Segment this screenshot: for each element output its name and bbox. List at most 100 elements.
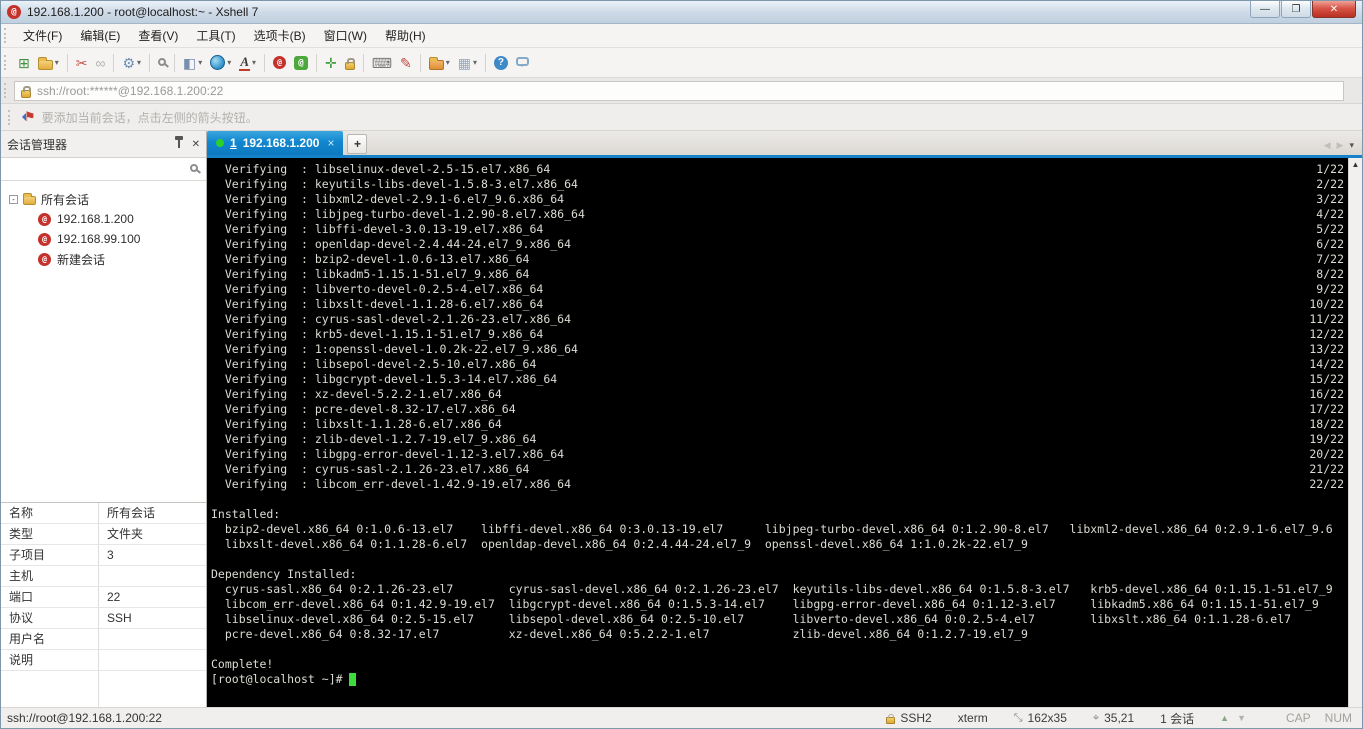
menu-item[interactable]: 选项卡(B)	[245, 24, 315, 47]
property-value	[99, 629, 206, 649]
status-indicators: CAP NUM	[1272, 711, 1352, 725]
feedback-icon	[515, 57, 529, 67]
dropdown-arrow-icon[interactable]: ▾	[137, 58, 141, 67]
feedback-icon[interactable]	[512, 51, 533, 75]
restore-button[interactable]: ❐	[1281, 1, 1311, 18]
find-icon[interactable]	[154, 51, 170, 75]
status-protocol[interactable]: SSH2	[886, 711, 932, 725]
dropdown-arrow-icon[interactable]: ▾	[446, 58, 450, 67]
terminal-text: Verifying : libxslt-1.1.28-6.el7.x86_64	[211, 417, 502, 431]
status-label: 162x35	[1027, 711, 1067, 725]
highlight-pen-icon[interactable]: ✎	[396, 51, 416, 75]
terminal[interactable]: Verifying : libselinux-devel-2.5-15.el7.…	[207, 158, 1362, 707]
menu-item[interactable]: 工具(T)	[187, 24, 244, 47]
web-browser-icon	[210, 55, 226, 70]
new-tab-button[interactable]: +	[347, 134, 368, 154]
dropdown-arrow-icon[interactable]: ▾	[473, 58, 477, 67]
verify-count: 1/22	[1316, 162, 1344, 176]
dropdown-arrow-icon[interactable]: ▾	[227, 58, 231, 67]
expander-icon[interactable]: -	[9, 194, 18, 204]
toolbar-grip	[4, 83, 9, 98]
session-tree-item[interactable]: @192.168.1.200	[1, 209, 206, 229]
panel-close-icon[interactable]: ✕	[192, 139, 200, 150]
terminal-line: Verifying : libxml2-devel-2.9.1-6.el7_9.…	[211, 192, 1344, 207]
new-session-icon[interactable]: ⊞	[14, 51, 34, 75]
disconnect-icon[interactable]: ✂	[72, 51, 92, 75]
address-input[interactable]: ssh://root:******@192.168.1.200:22	[14, 80, 1344, 101]
minimize-button[interactable]: —	[1250, 1, 1280, 18]
address-url: ssh://root:******@192.168.1.200:22	[37, 83, 224, 98]
terminal-line: Dependency Installed:	[211, 567, 1344, 582]
file-transfer-icon[interactable]: ▾	[425, 51, 454, 75]
property-value: 文件夹	[107, 527, 144, 541]
lock-icon	[21, 85, 31, 98]
status-cursor-position[interactable]: ⌖ 35,21	[1093, 711, 1134, 725]
xshell-icon[interactable]: @	[269, 51, 290, 75]
toolbar-separator	[66, 53, 68, 72]
verify-count: 6/22	[1316, 237, 1344, 251]
session-search-input[interactable]	[9, 162, 190, 176]
virtual-keyboard-icon[interactable]: ⌨	[368, 51, 396, 75]
dropdown-arrow-icon[interactable]: ▾	[252, 58, 256, 67]
menu-item[interactable]: 文件(F)	[14, 24, 71, 47]
panel-tools: ✕	[174, 136, 200, 150]
session-down-icon[interactable]: ▼	[1237, 713, 1246, 723]
indicator-num: NUM	[1324, 711, 1352, 725]
tab-list-dropdown-icon[interactable]: ▾	[1349, 140, 1354, 151]
session-properties-icon: ⚙	[122, 54, 136, 71]
menu-item[interactable]: 窗口(W)	[315, 24, 376, 47]
verify-count: 8/22	[1316, 267, 1344, 281]
terminal-line: Complete!	[211, 657, 1344, 672]
dropdown-arrow-icon[interactable]: ▾	[55, 58, 59, 67]
help-icon[interactable]: ?	[490, 51, 512, 75]
property-label: 类型	[1, 524, 99, 544]
status-session-count[interactable]: 1 会话	[1160, 710, 1194, 727]
property-value	[99, 566, 206, 586]
session-tree-item[interactable]: @ 新建会话	[1, 249, 206, 269]
status-terminal-type[interactable]: xterm	[958, 711, 988, 725]
notice-text: 要添加当前会话，点击左侧的箭头按钮。	[41, 110, 258, 125]
property-label: 协议	[1, 608, 99, 628]
tab-scroll-left-icon[interactable]: ◀	[1324, 140, 1331, 151]
color-scheme-icon[interactable]: ◧ ▾	[179, 51, 206, 75]
terminal-text: Dependency Installed:	[211, 567, 357, 581]
scroll-up-icon[interactable]: ▲	[1352, 158, 1360, 707]
tab-active[interactable]: 1 192.168.1.200 ×	[207, 131, 344, 155]
session-properties-icon[interactable]: ⚙ ▾	[118, 51, 145, 75]
menu-item[interactable]: 查看(V)	[129, 24, 187, 47]
tab-close-icon[interactable]: ×	[327, 136, 334, 150]
terminal-text: Verifying : libffi-devel-3.0.13-19.el7.x…	[211, 222, 544, 236]
title-bar: @ 192.168.1.200 - root@localhost:~ - Xsh…	[1, 1, 1362, 24]
menu-item[interactable]: 帮助(H)	[376, 24, 435, 47]
dropdown-arrow-icon[interactable]: ▾	[198, 58, 202, 67]
fullscreen-icon[interactable]: ✛	[321, 51, 341, 75]
terminal-text: Complete!	[211, 657, 274, 671]
pin-icon[interactable]	[174, 136, 183, 148]
property-label: 子项目	[1, 545, 99, 565]
xftp-icon[interactable]: @	[290, 51, 312, 75]
font-icon[interactable]: A ▾	[235, 51, 260, 75]
search-icon[interactable]	[190, 164, 198, 172]
session-tree-root[interactable]: - 所有会话	[1, 189, 206, 209]
session-up-icon[interactable]: ▲	[1220, 713, 1229, 723]
property-label: 用户名	[1, 629, 99, 649]
tab-index: 1	[230, 136, 237, 150]
verify-count: 4/22	[1316, 207, 1344, 221]
tile-windows-icon[interactable]: ▦ ▾	[454, 51, 481, 75]
open-folder-icon[interactable]: ▾	[34, 51, 63, 75]
lock-screen-icon[interactable]	[341, 51, 359, 75]
ssh-lock-icon	[886, 713, 896, 724]
property-row: 类型 文件夹	[1, 524, 206, 545]
xshell-window: @ 192.168.1.200 - root@localhost:~ - Xsh…	[0, 0, 1363, 729]
session-tree-item[interactable]: @192.168.99.100	[1, 229, 206, 249]
verify-count: 11/22	[1309, 312, 1344, 326]
tab-scroll-right-icon[interactable]: ▶	[1337, 140, 1344, 151]
web-browser-icon[interactable]: ▾	[206, 51, 235, 75]
terminal-line: Verifying : bzip2-devel-1.0.6-13.el7.x86…	[211, 252, 1344, 267]
menu-item[interactable]: 编辑(E)	[71, 24, 129, 47]
status-terminal-size[interactable]: ⤡ 162x35	[1014, 711, 1067, 725]
reconnect-icon[interactable]: ∞	[91, 51, 109, 75]
close-button[interactable]: ✕	[1312, 1, 1356, 18]
terminal-scrollbar[interactable]: ▲	[1348, 158, 1362, 707]
terminal-text: Verifying : openldap-devel-2.4.44-24.el7…	[211, 237, 572, 251]
